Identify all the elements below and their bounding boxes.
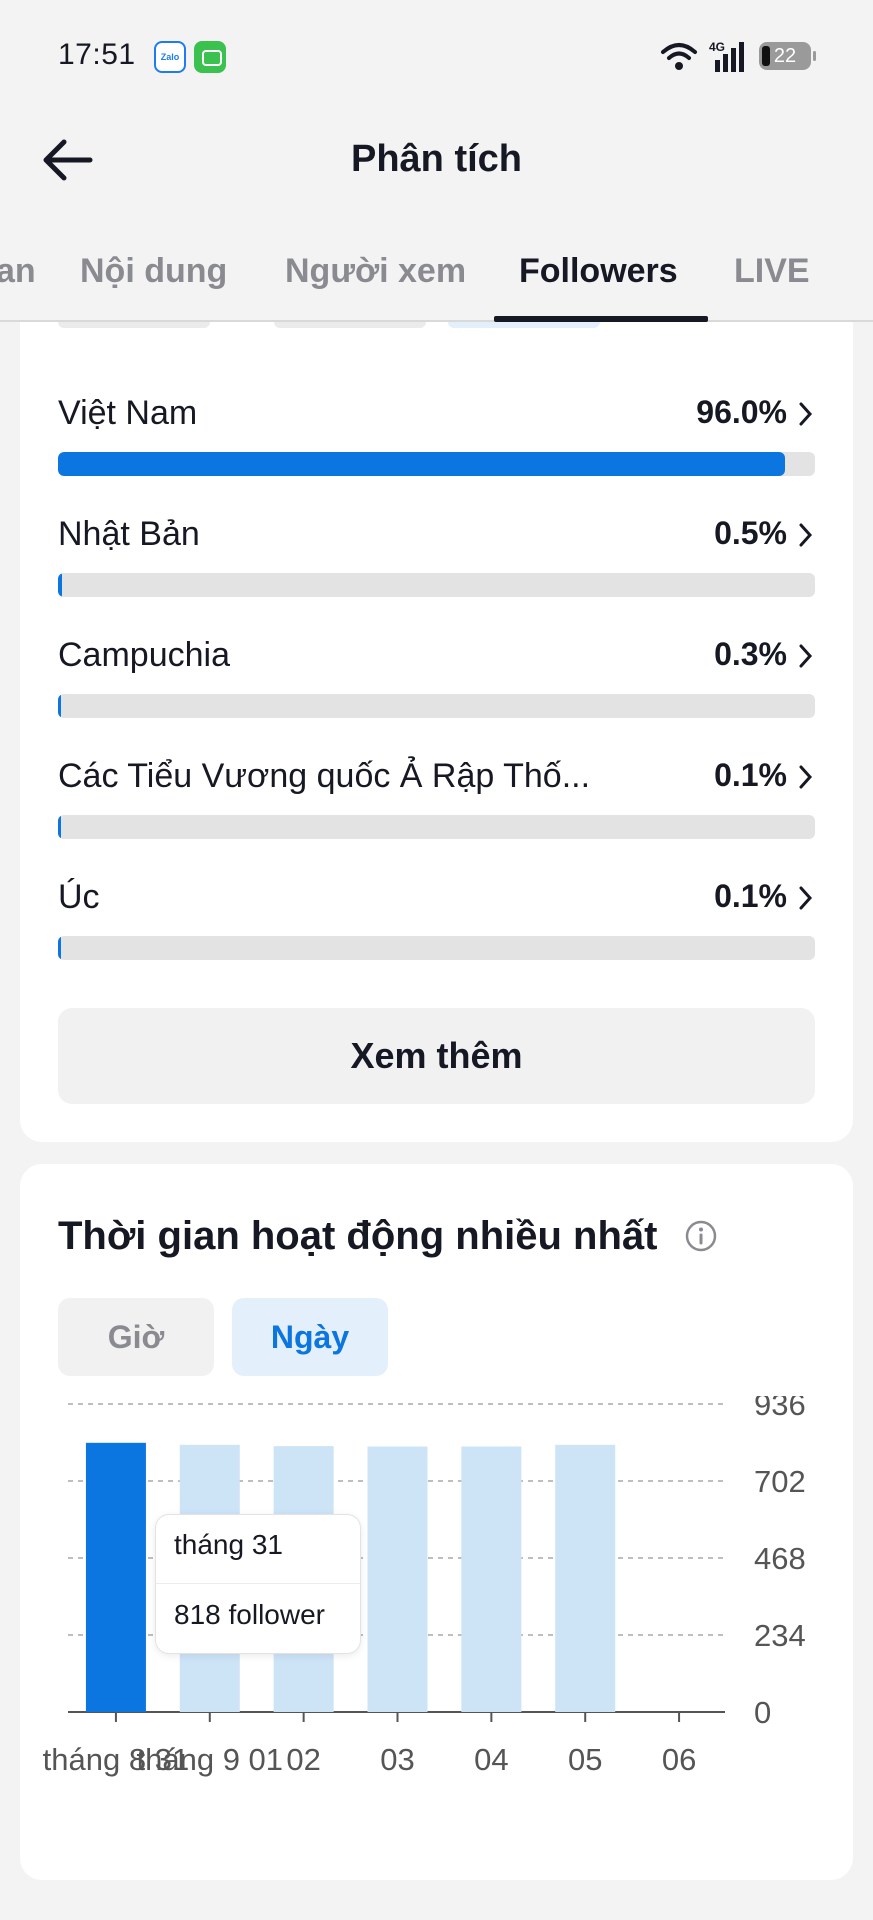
day-toggle-button[interactable]: Ngày [232,1298,388,1376]
tab-live[interactable]: LIVE [734,252,810,291]
activity-card: Thời gian hoạt động nhiều nhất Giờ Ngày … [20,1164,853,1880]
country-percent: 0.1% [714,757,787,793]
battery-icon: 22 [759,42,816,70]
x-tick-label: 05 [568,1742,602,1777]
y-tick-label: 936 [754,1396,806,1422]
country-percent: 96.0% [696,394,787,430]
header: Phân tích [0,110,873,210]
tooltip-divider [156,1583,360,1584]
tab-content[interactable]: Nội dung [80,252,227,291]
progress-fill [58,452,785,476]
system-icons: 4G 22 [659,38,816,74]
y-tick-label: 0 [754,1695,771,1730]
chevron-right-icon [799,644,813,668]
bar-1 [85,1442,146,1712]
bar-5 [461,1446,522,1712]
wifi-icon [661,43,697,70]
progress-track [58,452,815,476]
country-row-australia[interactable]: Úc 0.1% [58,878,815,978]
x-tick-label: tháng 9 01 [137,1742,284,1777]
info-icon[interactable] [684,1219,718,1253]
y-tick-label: 702 [754,1464,806,1499]
tab-followers[interactable]: Followers [519,252,678,291]
country-row-cambodia[interactable]: Campuchia 0.3% [58,636,815,736]
chevron-right-icon [799,523,813,547]
country-row-japan[interactable]: Nhật Bản 0.5% [58,515,815,615]
activity-bar-chart: 0234468702936tháng 8 31tháng 9 01 02 03 04 0… [43,1396,806,1777]
bar-6 [555,1444,616,1712]
progress-track [58,694,815,718]
tab-bar: an Nội dung Người xem Followers LIVE [0,220,873,322]
country-percent: 0.5% [714,515,787,551]
cellular-signal-icon: 4G [709,40,744,72]
section-title: Thời gian hoạt động nhiều nhất [58,1214,658,1258]
x-tick-label: 03 [380,1742,414,1777]
tooltip-value: 818 follower [174,1599,325,1630]
zalo-icon: Zalo [154,41,186,73]
y-tick-label: 468 [754,1541,806,1576]
tooltip-date: tháng 31 [174,1529,283,1560]
progress-fill [58,936,61,960]
network-type-label: 4G [709,40,725,54]
chevron-right-icon [799,765,813,789]
x-tick-label: 04 [474,1742,508,1777]
x-tick-label: 02 [286,1742,320,1777]
filter-chip-peek [274,322,426,328]
country-name: Các Tiểu Vương quốc Ả Rập Thố... [58,757,591,795]
progress-track [58,936,815,960]
country-percent: 0.3% [714,636,787,672]
see-more-button[interactable]: Xem thêm [58,1008,815,1104]
progress-track [58,815,815,839]
country-name: Việt Nam [58,394,198,432]
status-bar: 17:51 Zalo 4G 22 [0,0,873,110]
country-row-vietnam[interactable]: Việt Nam 96.0% [58,394,815,494]
status-time: 17:51 [58,38,136,71]
progress-fill [58,694,61,718]
bar-4 [367,1446,428,1712]
chevron-right-icon [799,402,813,426]
country-name: Campuchia [58,636,230,674]
country-row-uae[interactable]: Các Tiểu Vương quốc Ả Rập Thố... 0.1% [58,757,815,857]
progress-fill [58,815,61,839]
y-tick-label: 234 [754,1618,806,1653]
filter-chip-peek [448,322,600,328]
progress-fill [58,573,62,597]
hour-toggle-button[interactable]: Giờ [58,1298,214,1376]
progress-track [58,573,815,597]
chart-tooltip: tháng 31 818 follower [155,1514,361,1654]
chevron-right-icon [799,886,813,910]
page-title: Phân tích [350,138,523,180]
filter-chip-peek [58,322,210,328]
x-tick-label: 06 [662,1742,696,1777]
country-percent: 0.1% [714,878,787,914]
country-name: Úc [58,878,100,916]
tab-viewers[interactable]: Người xem [285,252,466,291]
tab-overview[interactable]: an [0,252,36,291]
messages-icon [194,41,226,73]
country-name: Nhật Bản [58,515,200,553]
countries-card: Việt Nam 96.0% Nhật Bản 0.5% Campuchia 0… [20,322,853,1142]
